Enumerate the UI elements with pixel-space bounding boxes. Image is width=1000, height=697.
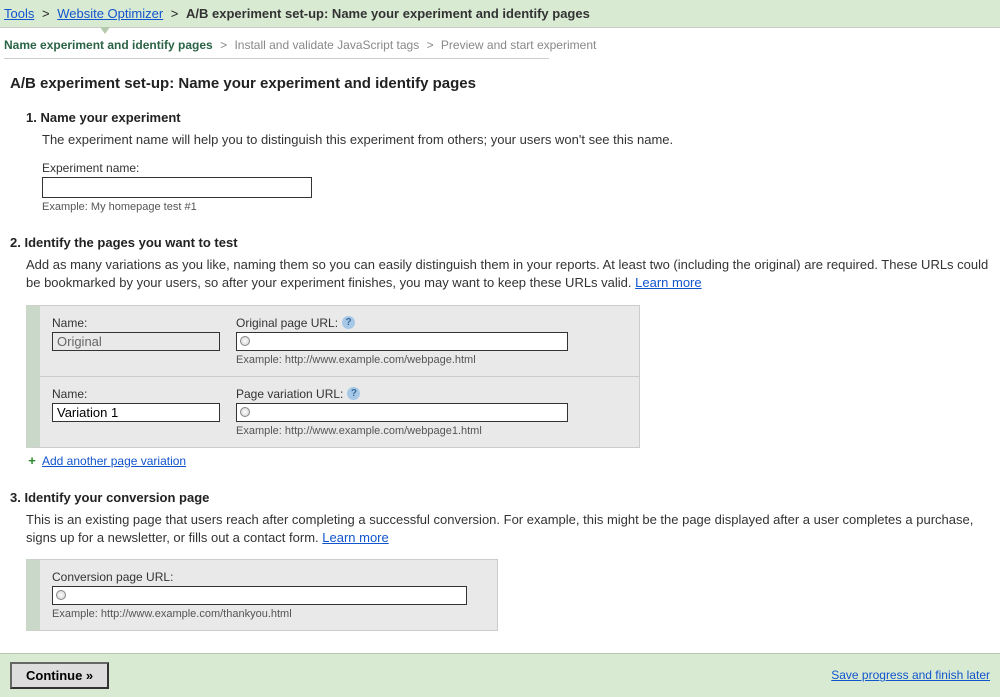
experiment-name-label: Experiment name: — [42, 161, 990, 175]
variation-url-input-wrap — [236, 403, 568, 422]
variation-name-input-original — [52, 332, 220, 351]
experiment-name-example: Example: My homepage test #1 — [42, 201, 990, 213]
variation-name-label: Name: — [52, 387, 236, 401]
original-url-input[interactable] — [253, 333, 567, 350]
section-1-desc: The experiment name will help you to dis… — [42, 131, 990, 149]
breadcrumb-current: A/B experiment set-up: Name your experim… — [186, 6, 590, 21]
continue-button[interactable]: Continue » — [10, 662, 109, 689]
step-2: Install and validate JavaScript tags — [234, 38, 419, 52]
section-3-header: 3. Identify your conversion page — [10, 490, 990, 505]
wizard-steps: Name experiment and identify pages > Ins… — [0, 28, 1000, 65]
section-1-header: 1. Name your experiment — [26, 110, 990, 125]
section-name-experiment: 1. Name your experiment The experiment n… — [10, 110, 990, 213]
plus-icon: + — [26, 455, 38, 467]
experiment-name-input[interactable] — [42, 177, 312, 198]
conversion-url-input[interactable] — [69, 587, 466, 604]
breadcrumb-tools[interactable]: Tools — [4, 6, 34, 21]
globe-icon — [56, 590, 66, 600]
variation-url-example: Example: http://www.example.com/webpage1… — [236, 425, 625, 437]
breadcrumb-sep: > — [42, 6, 50, 21]
variation-row-1: Name: Page variation URL: ? Example: htt… — [40, 376, 639, 447]
step-3: Preview and start experiment — [441, 38, 596, 52]
section-conversion-page: 3. Identify your conversion page This is… — [10, 490, 990, 631]
section-2-learn-more[interactable]: Learn more — [635, 275, 701, 290]
conversion-url-input-wrap — [52, 586, 467, 605]
variation-url-label: Page variation URL: — [236, 387, 343, 401]
section-2-header: 2. Identify the pages you want to test — [10, 235, 990, 250]
globe-icon — [240, 336, 250, 346]
page-title: A/B experiment set-up: Name your experim… — [10, 75, 990, 92]
breadcrumb-sep: > — [171, 6, 179, 21]
original-url-example: Example: http://www.example.com/webpage.… — [236, 354, 625, 366]
step-1: Name experiment and identify pages — [4, 38, 213, 52]
help-icon[interactable]: ? — [342, 316, 355, 329]
step-indicator-arrow — [100, 27, 110, 34]
variation-name-label: Name: — [52, 316, 236, 330]
breadcrumb: Tools > Website Optimizer > A/B experime… — [0, 0, 1000, 28]
section-3-desc: This is an existing page that users reac… — [26, 511, 990, 547]
globe-icon — [240, 407, 250, 417]
breadcrumb-optimizer[interactable]: Website Optimizer — [57, 6, 163, 21]
add-variation-wrap: + Add another page variation — [26, 454, 990, 468]
section-identify-pages: 2. Identify the pages you want to test A… — [10, 235, 990, 467]
help-icon[interactable]: ? — [347, 387, 360, 400]
original-url-label: Original page URL: — [236, 316, 338, 330]
footer-bar: Continue » Save progress and finish late… — [0, 653, 1000, 697]
variation-row-original: Name: Original page URL: ? Example: http… — [40, 306, 639, 376]
variations-panel: Name: Original page URL: ? Example: http… — [26, 305, 640, 448]
section-2-desc: Add as many variations as you like, nami… — [26, 256, 990, 292]
conversion-panel: Conversion page URL: Example: http://www… — [26, 559, 498, 631]
add-variation-link[interactable]: Add another page variation — [42, 454, 186, 468]
save-progress-link[interactable]: Save progress and finish later — [831, 668, 990, 682]
conversion-url-label: Conversion page URL: — [52, 570, 483, 584]
original-url-input-wrap — [236, 332, 568, 351]
variation-name-input-1[interactable] — [52, 403, 220, 422]
conversion-url-example: Example: http://www.example.com/thankyou… — [52, 608, 483, 620]
section-3-learn-more[interactable]: Learn more — [322, 530, 388, 545]
variation-url-input-1[interactable] — [253, 404, 567, 421]
